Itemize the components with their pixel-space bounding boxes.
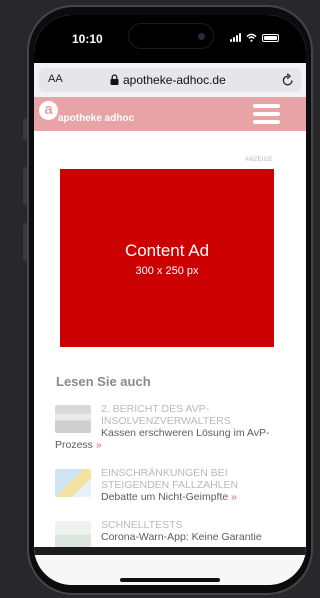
content-ad[interactable]: Content Ad 300 x 250 px	[60, 169, 274, 347]
article-thumbnail[interactable]	[55, 405, 91, 433]
status-bar: 10:10	[34, 15, 306, 63]
url-text[interactable]: apotheke-adhoc.de	[123, 73, 226, 87]
article-thumbnail[interactable]	[55, 521, 91, 549]
toolbar-divider	[34, 547, 306, 555]
camera-dot	[198, 33, 205, 40]
read-more-arrow[interactable]: »	[96, 439, 102, 451]
ad-label: ANZEIGE	[245, 157, 273, 163]
dynamic-island	[128, 23, 214, 49]
signal-icon	[230, 33, 241, 42]
article-headline[interactable]: Debatte um Nicht-Geimpfte	[101, 491, 228, 503]
text-size-button[interactable]: AA	[48, 73, 63, 85]
phone-screen: 10:10 AA apotheke-adhoc.de a apotheke ad…	[34, 15, 306, 585]
site-name[interactable]: apotheke adhoc	[58, 113, 134, 124]
ad-title: Content Ad	[124, 241, 210, 260]
wifi-icon	[246, 33, 257, 42]
hamburger-menu-icon[interactable]	[253, 104, 280, 124]
status-time: 10:10	[72, 32, 103, 46]
lock-icon	[110, 74, 119, 85]
list-item[interactable]: EINSCHRÄNKUNGEN BEI STEIGENDEN FALLZAHLE…	[55, 467, 285, 503]
battery-icon	[262, 34, 279, 42]
site-header: a apotheke adhoc	[34, 97, 306, 131]
list-item[interactable]: 2. BERICHT DES AVP-INSOLVENZVERWALTERS K…	[55, 403, 285, 451]
read-more-title: Lesen Sie auch	[56, 374, 151, 389]
read-more-arrow[interactable]: »	[231, 491, 237, 503]
ad-size: 300 x 250 px	[135, 265, 199, 277]
site-logo[interactable]: a	[39, 101, 58, 120]
address-bar[interactable]: AA apotheke-adhoc.de	[39, 68, 301, 92]
list-item[interactable]: SCHNELLTESTS Corona-Warn-App: Keine Gara…	[55, 519, 285, 549]
article-thumbnail[interactable]	[55, 469, 91, 497]
reload-icon[interactable]	[282, 73, 294, 86]
article-headline[interactable]: Corona-Warn-App: Keine Garantie	[101, 531, 262, 543]
browser-address-area: AA apotheke-adhoc.de	[34, 63, 306, 97]
home-indicator[interactable]	[120, 578, 220, 582]
status-icons	[230, 33, 279, 42]
